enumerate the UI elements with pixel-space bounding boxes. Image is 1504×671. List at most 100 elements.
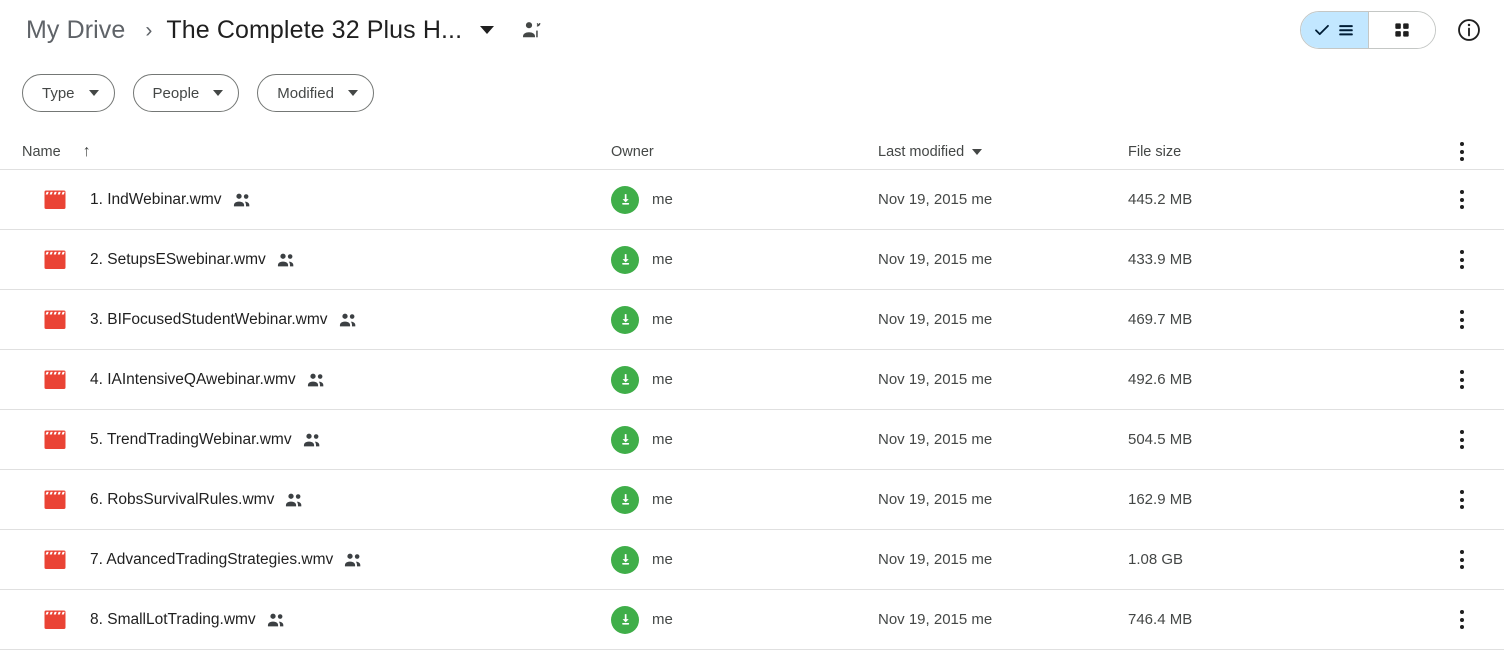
clapperboard-glyph [44,370,66,389]
table-row[interactable]: 5. TrendTradingWebinar.wmv me Nov 19, 20… [0,410,1504,470]
shared-people-icon [303,432,322,448]
file-name-label: 6. RobsSurvivalRules.wmv [90,490,275,508]
clapperboard-glyph [44,430,66,449]
filter-chip-type[interactable]: Type [22,74,115,112]
row-more-options-button[interactable] [1442,250,1482,269]
kebab-menu-icon [1460,370,1464,389]
filter-chip-modified[interactable]: Modified [257,74,374,112]
owner-name-label: me [652,491,673,508]
table-row[interactable]: 7. AdvancedTradingStrategies.wmv me Nov … [0,530,1504,590]
row-more-options-button[interactable] [1442,310,1482,329]
shared-people-icon [267,612,286,628]
file-size-cell: 492.6 MB [1128,371,1193,388]
file-name-label: 8. SmallLotTrading.wmv [90,610,256,628]
table-row[interactable]: 4. IAIntensiveQAwebinar.wmv me Nov 19, 2… [0,350,1504,410]
last-modified-cell: Nov 19, 2015 me [878,371,993,388]
filter-chip-people-label: People [152,84,200,102]
owner-name-label: me [652,551,673,568]
row-more-options-button[interactable] [1442,490,1482,509]
table-row[interactable]: 2. SetupsESwebinar.wmv me Nov 19, 2015 m… [0,230,1504,290]
view-controls [1300,11,1488,49]
table-row[interactable]: 8. SmallLotTrading.wmv me Nov 19, 2015 m… [0,590,1504,650]
owner-cell: me [611,485,878,514]
grid-view-button[interactable] [1368,12,1435,48]
video-file-icon [44,490,68,510]
column-header-last-modified-label: Last modified [878,143,965,160]
last-modified-cell: Nov 19, 2015 me [878,551,993,568]
owner-cell: me [611,245,878,274]
file-size-cell: 469.7 MB [1128,311,1193,328]
breadcrumb-current-folder[interactable]: The Complete 32 Plus H... [166,16,462,45]
kebab-menu-icon [1460,142,1464,161]
column-options-button[interactable] [1442,142,1482,161]
info-icon [1458,19,1480,41]
file-name-cell: 5. TrendTradingWebinar.wmv [22,430,611,450]
table-row[interactable]: 6. RobsSurvivalRules.wmv me Nov 19, 2015… [0,470,1504,530]
column-header-name-label: Name [22,143,61,160]
breadcrumb: My Drive › The Complete 32 Plus H... [22,14,544,47]
column-header-owner[interactable]: Owner [611,144,878,160]
owner-name-label: me [652,251,673,268]
owner-cell: me [611,545,878,574]
file-name-cell: 1. IndWebinar.wmv [22,190,611,210]
breadcrumb-separator-icon: › [145,18,153,42]
owner-cell: me [611,305,878,334]
column-header-name[interactable]: Name ↑ [22,142,611,160]
last-modified-cell: Nov 19, 2015 me [878,491,993,508]
file-size-cell: 445.2 MB [1128,191,1193,208]
last-modified-cell: Nov 19, 2015 me [878,311,993,328]
owner-cell: me [611,605,878,634]
download-arrow-icon [621,494,629,505]
shared-people-icon [339,312,358,328]
filter-chip-people[interactable]: People [132,74,240,112]
download-arrow-icon [621,314,629,325]
sort-ascending-icon: ↑ [82,142,91,160]
file-list-table: Name ↑ Owner Last modified File size 1. … [0,134,1504,650]
clapperboard-glyph [44,550,66,569]
file-size-cell: 162.9 MB [1128,491,1193,508]
download-arrow-icon [621,254,629,265]
download-arrow-icon [621,554,629,565]
two-people-glyph [286,493,302,506]
video-file-icon [44,430,68,450]
check-icon [1315,24,1329,36]
row-more-options-button[interactable] [1442,610,1482,629]
person-shared-icon[interactable] [520,18,544,42]
column-header-file-size[interactable]: File size [1128,144,1442,160]
file-name-cell: 2. SetupsESwebinar.wmv [22,250,611,270]
shared-people-icon [344,552,363,568]
two-people-glyph [267,613,283,626]
shared-people-icon [233,192,252,208]
breadcrumb-my-drive[interactable]: My Drive [22,14,129,47]
file-name-label: 5. TrendTradingWebinar.wmv [90,430,292,448]
file-name-label: 3. BIFocusedStudentWebinar.wmv [90,310,328,328]
last-modified-cell: Nov 19, 2015 me [878,251,993,268]
download-arrow-icon [621,434,629,445]
column-header-last-modified[interactable]: Last modified [878,144,1128,160]
filter-chip-bar: Type People Modified [0,60,1504,112]
chevron-down-icon [972,148,983,155]
owner-cell: me [611,425,878,454]
table-header-row: Name ↑ Owner Last modified File size [0,134,1504,170]
avatar [611,305,639,334]
info-button[interactable] [1450,11,1488,49]
clapperboard-glyph [44,490,66,509]
table-row[interactable]: 3. BIFocusedStudentWebinar.wmv me Nov 19… [0,290,1504,350]
download-arrow-icon [621,614,629,625]
two-people-glyph [345,553,361,566]
video-file-icon [44,190,68,210]
file-name-label: 2. SetupsESwebinar.wmv [90,250,266,268]
avatar [611,245,639,274]
chevron-down-icon[interactable] [480,26,495,34]
row-more-options-button[interactable] [1442,370,1482,389]
table-row[interactable]: 1. IndWebinar.wmv me Nov 19, 2015 me 445… [0,170,1504,230]
row-more-options-button[interactable] [1442,550,1482,569]
clapperboard-glyph [44,190,66,209]
list-view-button[interactable] [1301,12,1368,48]
owner-name-label: me [652,371,673,388]
row-more-options-button[interactable] [1442,430,1482,449]
download-arrow-icon [621,194,629,205]
last-modified-cell: Nov 19, 2015 me [878,611,993,628]
row-more-options-button[interactable] [1442,190,1482,209]
video-file-icon [44,550,68,570]
